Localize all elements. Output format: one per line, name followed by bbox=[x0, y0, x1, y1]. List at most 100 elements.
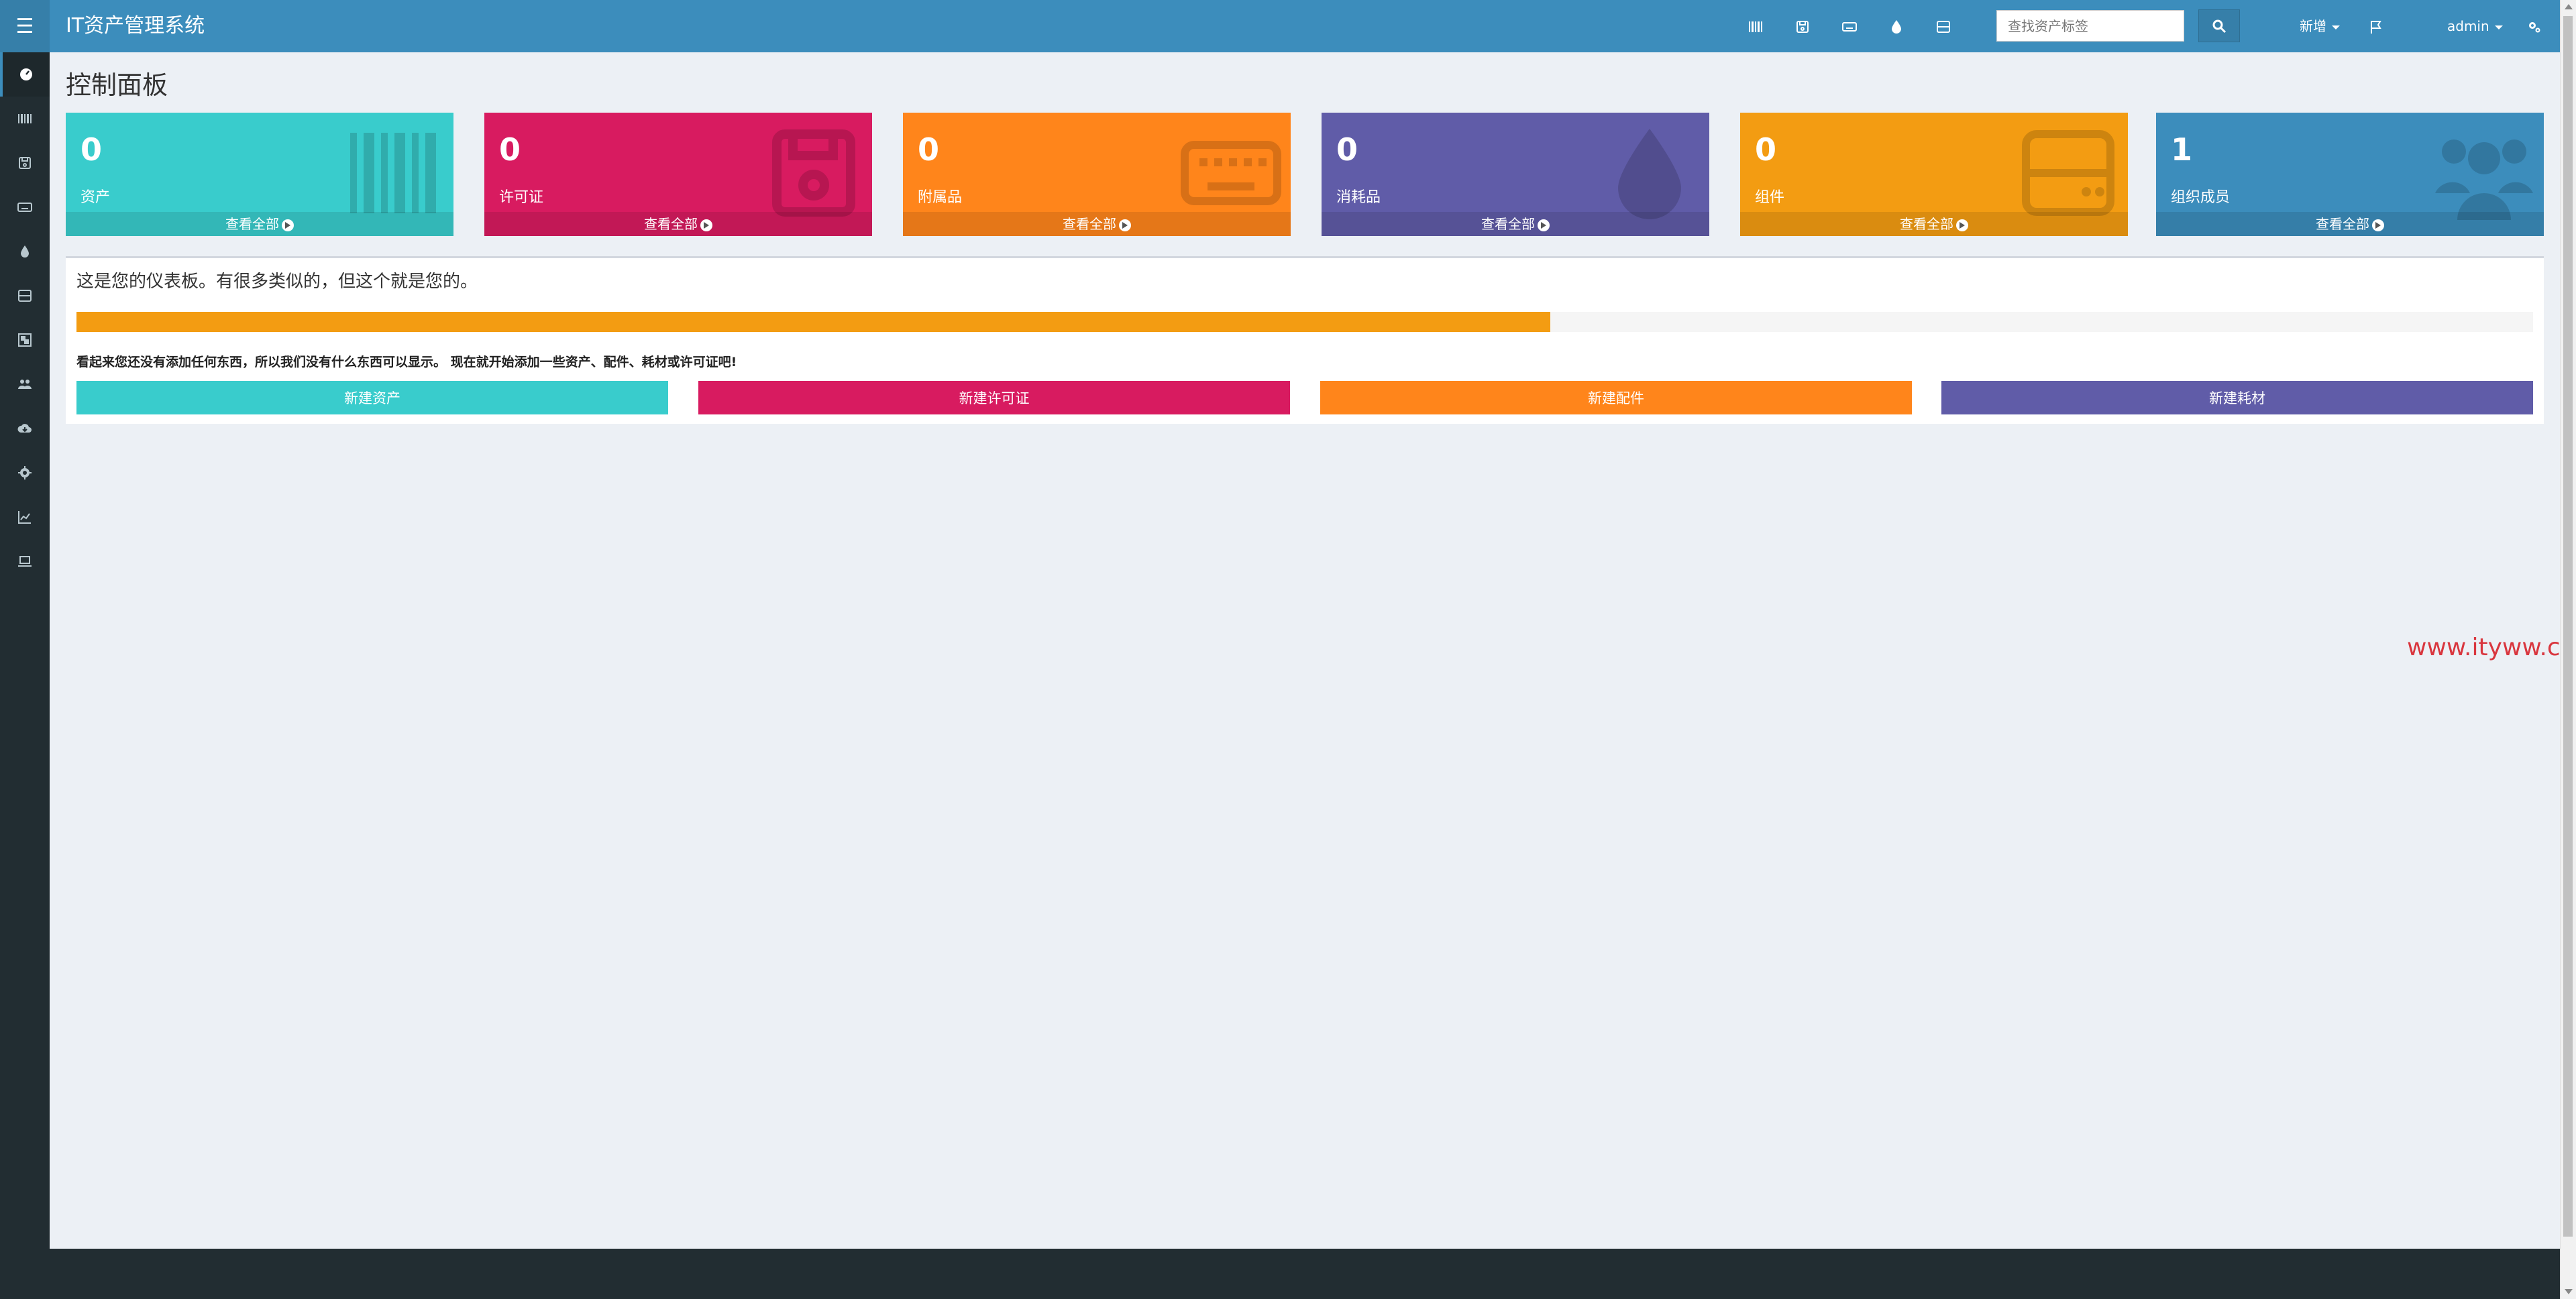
progress-bar bbox=[76, 312, 2533, 332]
stat-box-components: 0 组件 查看全部 bbox=[1740, 113, 2128, 236]
sidebar-item-consumables[interactable] bbox=[0, 229, 50, 274]
stat-box-accessories: 0 附属品 查看全部 bbox=[903, 113, 1291, 236]
hdd-icon bbox=[18, 290, 32, 302]
caret-down-icon bbox=[2494, 25, 2503, 30]
stat-label: 组织成员 bbox=[2171, 189, 2231, 206]
search-button[interactable] bbox=[2198, 9, 2240, 42]
object-group-icon bbox=[18, 333, 32, 347]
area-chart-icon bbox=[18, 511, 31, 524]
new-dropdown[interactable]: 新增 bbox=[2300, 0, 2340, 52]
keyboard-icon bbox=[17, 203, 32, 212]
sidebar-item-accessories[interactable] bbox=[0, 185, 50, 229]
empty-notice: 看起来您还没有添加任何东西，所以我们没有什么东西可以显示。 现在就开始添加一些资… bbox=[76, 355, 737, 370]
sidebar-item-components[interactable] bbox=[0, 274, 50, 318]
new-dropdown-label: 新增 bbox=[2300, 18, 2326, 34]
view-all-link[interactable]: 查看全部 bbox=[66, 212, 453, 236]
stat-box-assets: 0 资产 查看全部 bbox=[66, 113, 453, 236]
sidebar-item-licenses[interactable] bbox=[0, 141, 50, 185]
view-all-label: 查看全部 bbox=[644, 216, 698, 232]
scrollbar-thumb[interactable] bbox=[2563, 16, 2573, 1237]
stat-count: 0 bbox=[499, 131, 521, 168]
watermark-text: www.ityww.cn bbox=[2407, 634, 2576, 661]
sidebar-item-import[interactable] bbox=[0, 406, 50, 451]
dashboard-icon bbox=[20, 68, 32, 80]
flag-icon[interactable] bbox=[2364, 15, 2388, 39]
view-all-link[interactable]: 查看全部 bbox=[1740, 212, 2128, 236]
user-name: admin bbox=[2447, 18, 2489, 34]
stat-box-consumables: 0 消耗品 查看全部 bbox=[1322, 113, 1709, 236]
stat-count: 0 bbox=[1336, 131, 1358, 168]
floppy-disk-icon bbox=[19, 157, 31, 169]
arrow-circle-right-icon bbox=[1119, 219, 1131, 231]
sidebar bbox=[0, 52, 50, 1249]
arrow-circle-right-icon bbox=[282, 219, 294, 231]
arrow-circle-right-icon bbox=[2372, 219, 2384, 231]
stat-label: 组件 bbox=[1755, 189, 1785, 206]
sidebar-toggle-button[interactable]: ☰ bbox=[0, 0, 50, 52]
progress-bar-fill bbox=[76, 312, 1551, 332]
cogs-icon[interactable] bbox=[2522, 15, 2546, 39]
asset-tag-search-input[interactable] bbox=[1996, 10, 2184, 42]
tint-drop-icon bbox=[1618, 129, 1681, 219]
view-all-label: 查看全部 bbox=[1063, 216, 1116, 232]
floppy-disk-icon[interactable] bbox=[1790, 15, 1815, 39]
new-license-button[interactable]: 新建许可证 bbox=[698, 381, 1290, 414]
sidebar-item-dashboard[interactable] bbox=[0, 52, 50, 97]
users-icon bbox=[18, 380, 32, 389]
sidebar-item-kits[interactable] bbox=[0, 318, 50, 362]
keyboard-icon bbox=[1181, 141, 1281, 205]
cog-icon bbox=[18, 466, 32, 479]
new-accessory-button[interactable]: 新建配件 bbox=[1320, 381, 1912, 414]
top-navbar: ☰ IT资产管理系统 新增 admin bbox=[0, 0, 2560, 52]
panel-title: 这是您的仪表板。有很多类似的，但这个就是您的。 bbox=[76, 272, 478, 292]
page-title: 控制面板 bbox=[66, 70, 168, 100]
main-content: 控制面板 0 资产 查看全部 0 许可证 查看全部 0 附属品 查看全部 0 消… bbox=[50, 52, 2576, 1249]
tint-drop-icon bbox=[21, 245, 29, 258]
page-scrollbar[interactable] bbox=[2560, 0, 2576, 1299]
keyboard-icon[interactable] bbox=[1837, 15, 1862, 39]
scroll-up-arrow-icon[interactable] bbox=[2565, 4, 2573, 9]
sidebar-item-people[interactable] bbox=[0, 362, 50, 406]
sidebar-item-settings[interactable] bbox=[0, 451, 50, 495]
sidebar-item-requestable[interactable] bbox=[0, 539, 50, 583]
tint-drop-icon[interactable] bbox=[1884, 15, 1909, 39]
view-all-link[interactable]: 查看全部 bbox=[1322, 212, 1709, 236]
caret-down-icon bbox=[2332, 25, 2340, 30]
view-all-label: 查看全部 bbox=[225, 216, 279, 232]
stat-count: 0 bbox=[1755, 131, 1777, 168]
user-dropdown[interactable]: admin bbox=[2447, 0, 2503, 52]
search-icon bbox=[2212, 19, 2226, 33]
barcode-icon bbox=[18, 114, 32, 123]
barcode-icon[interactable] bbox=[1743, 15, 1768, 39]
barcode-icon bbox=[350, 133, 436, 213]
stat-label: 许可证 bbox=[499, 189, 544, 206]
stat-count: 1 bbox=[2171, 131, 2193, 168]
stat-label: 消耗品 bbox=[1336, 189, 1381, 206]
new-consumable-button[interactable]: 新建耗材 bbox=[1941, 381, 2533, 414]
view-all-link[interactable]: 查看全部 bbox=[484, 212, 872, 236]
stat-box-people: 1 组织成员 查看全部 bbox=[2156, 113, 2544, 236]
hdd-icon bbox=[2022, 130, 2114, 216]
view-all-link[interactable]: 查看全部 bbox=[2156, 212, 2544, 236]
stat-box-licenses: 0 许可证 查看全部 bbox=[484, 113, 872, 236]
stat-count: 0 bbox=[918, 131, 940, 168]
arrow-circle-right-icon bbox=[1956, 219, 1968, 231]
scroll-down-arrow-icon[interactable] bbox=[2565, 1289, 2573, 1294]
stat-label: 附属品 bbox=[918, 189, 963, 206]
dashboard-panel: 这是您的仪表板。有很多类似的，但这个就是您的。 看起来您还没有添加任何东西，所以… bbox=[66, 256, 2544, 424]
cloud-download-icon bbox=[17, 424, 32, 433]
laptop-icon bbox=[18, 556, 32, 567]
view-all-link[interactable]: 查看全部 bbox=[903, 212, 1291, 236]
new-asset-button[interactable]: 新建资产 bbox=[76, 381, 668, 414]
sidebar-item-reports[interactable] bbox=[0, 495, 50, 539]
stat-count: 0 bbox=[80, 131, 103, 168]
arrow-circle-right-icon bbox=[1538, 219, 1550, 231]
hdd-icon[interactable] bbox=[1931, 15, 1955, 39]
floppy-disk-icon bbox=[772, 129, 855, 217]
app-title[interactable]: IT资产管理系统 bbox=[66, 0, 205, 52]
arrow-circle-right-icon bbox=[700, 219, 712, 231]
view-all-label: 查看全部 bbox=[2316, 216, 2369, 232]
hamburger-icon: ☰ bbox=[15, 14, 34, 38]
sidebar-item-assets[interactable] bbox=[0, 97, 50, 141]
view-all-label: 查看全部 bbox=[1900, 216, 1953, 232]
